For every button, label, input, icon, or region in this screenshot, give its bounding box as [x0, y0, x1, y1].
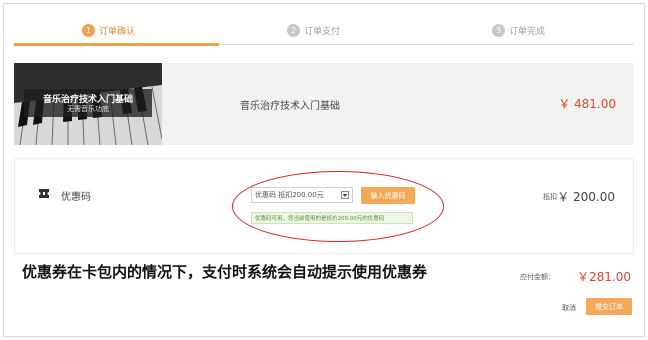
step-label: 订单支付: [304, 26, 341, 37]
course-price: ￥ 481.00: [558, 97, 616, 111]
order-stepper: 1 订单确认 2 订单支付 3 订单完成: [4, 16, 644, 46]
step-order-confirm: 1 订单确认: [82, 20, 135, 40]
payable-amount: ￥281.00: [577, 270, 631, 284]
step-number: 2: [287, 23, 300, 37]
annotation-highlight-ellipse: [232, 171, 444, 242]
step-label: 订单确认: [99, 26, 136, 37]
course-name: 音乐治疗技术入门基础: [240, 101, 340, 112]
step-order-payment: 2 订单支付: [287, 20, 340, 40]
annotation-caption: 优惠券在卡包内的情况下，支付时系统会自动提示使用优惠券: [22, 263, 428, 281]
step-number: 3: [492, 23, 505, 37]
course-item: 音乐治疗技术入门基础 无需音乐功底 音乐治疗技术入门基础 ￥ 481.00: [14, 63, 634, 145]
thumbnail-subtitle: 无需音乐功底: [67, 105, 109, 113]
deduct-value: ￥ 200.00: [557, 190, 615, 204]
course-thumbnail: 音乐治疗技术入门基础 无需音乐功底: [14, 63, 162, 145]
step-order-complete: 3 订单完成: [492, 20, 545, 40]
step-label: 订单完成: [509, 26, 546, 37]
payable-label: 应付金额：: [520, 273, 555, 281]
coupon-label: 优惠码: [61, 192, 91, 203]
order-confirm-page: 1 订单确认 2 订单支付 3 订单完成 音乐治疗技术入门基础 无需音乐功底 音…: [3, 3, 645, 337]
step-number: 1: [82, 23, 95, 37]
deduct-label: 抵扣: [543, 193, 557, 201]
stepper-progress: [14, 43, 219, 46]
cancel-link[interactable]: 取消: [562, 303, 576, 313]
coupon-ticket-icon: [39, 189, 49, 198]
submit-order-button[interactable]: 提交订单: [586, 298, 632, 315]
